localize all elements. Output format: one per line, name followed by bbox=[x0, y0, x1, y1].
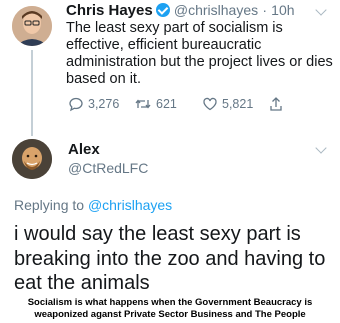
caption-line-2: weaponized aganst Private Sector Busines… bbox=[34, 309, 306, 320]
retweet-icon bbox=[135, 99, 151, 109]
tweet-time[interactable]: 10h bbox=[271, 2, 294, 18]
replying-to-label: Replying to bbox=[14, 197, 85, 213]
avatar-chris-hayes[interactable] bbox=[12, 6, 52, 46]
reply-button[interactable]: 3,276 bbox=[68, 96, 119, 112]
heart-icon bbox=[203, 97, 217, 111]
author-name[interactable]: Chris Hayes bbox=[66, 2, 153, 19]
tweet-text: The least sexy part of socialism is effe… bbox=[66, 20, 333, 87]
like-count: 5,821 bbox=[222, 97, 254, 111]
retweet-button[interactable]: 621 bbox=[134, 96, 177, 112]
reply-count: 3,276 bbox=[88, 97, 120, 111]
replying-to: Replying to @chrislhayes bbox=[14, 197, 172, 213]
reply-author-handle[interactable]: @CtRedLFC bbox=[68, 160, 148, 176]
share-icon bbox=[270, 97, 282, 111]
share-button[interactable] bbox=[268, 96, 284, 112]
chevron-down-icon[interactable] bbox=[315, 142, 327, 154]
reply-author-name[interactable]: Alex bbox=[68, 141, 100, 158]
tweet-actions: 3,276 621 5,821 bbox=[68, 96, 298, 116]
like-button[interactable]: 5,821 bbox=[202, 96, 253, 112]
avatar-alex[interactable] bbox=[12, 139, 52, 179]
caption-line-1: Socialism is what happens when the Gover… bbox=[27, 297, 313, 308]
reply-tweet-text: i would say the least sexy part is break… bbox=[14, 223, 326, 294]
chevron-down-icon[interactable] bbox=[315, 4, 327, 16]
replying-to-link[interactable]: @chrislhayes bbox=[88, 197, 172, 213]
reply-icon bbox=[69, 97, 83, 112]
retweet-count: 621 bbox=[156, 97, 177, 111]
screenshot: Chris Hayes @chrislhayes · 10h The least… bbox=[0, 0, 340, 323]
separator-dot: · bbox=[262, 2, 267, 18]
author-handle[interactable]: @chrislhayes bbox=[174, 2, 258, 18]
verified-badge-icon bbox=[155, 3, 170, 17]
meme-caption: Socialism is what happens when the Gover… bbox=[0, 297, 340, 321]
tweet-header: Chris Hayes @chrislhayes · 10h bbox=[66, 2, 295, 19]
thread-line bbox=[31, 50, 33, 136]
